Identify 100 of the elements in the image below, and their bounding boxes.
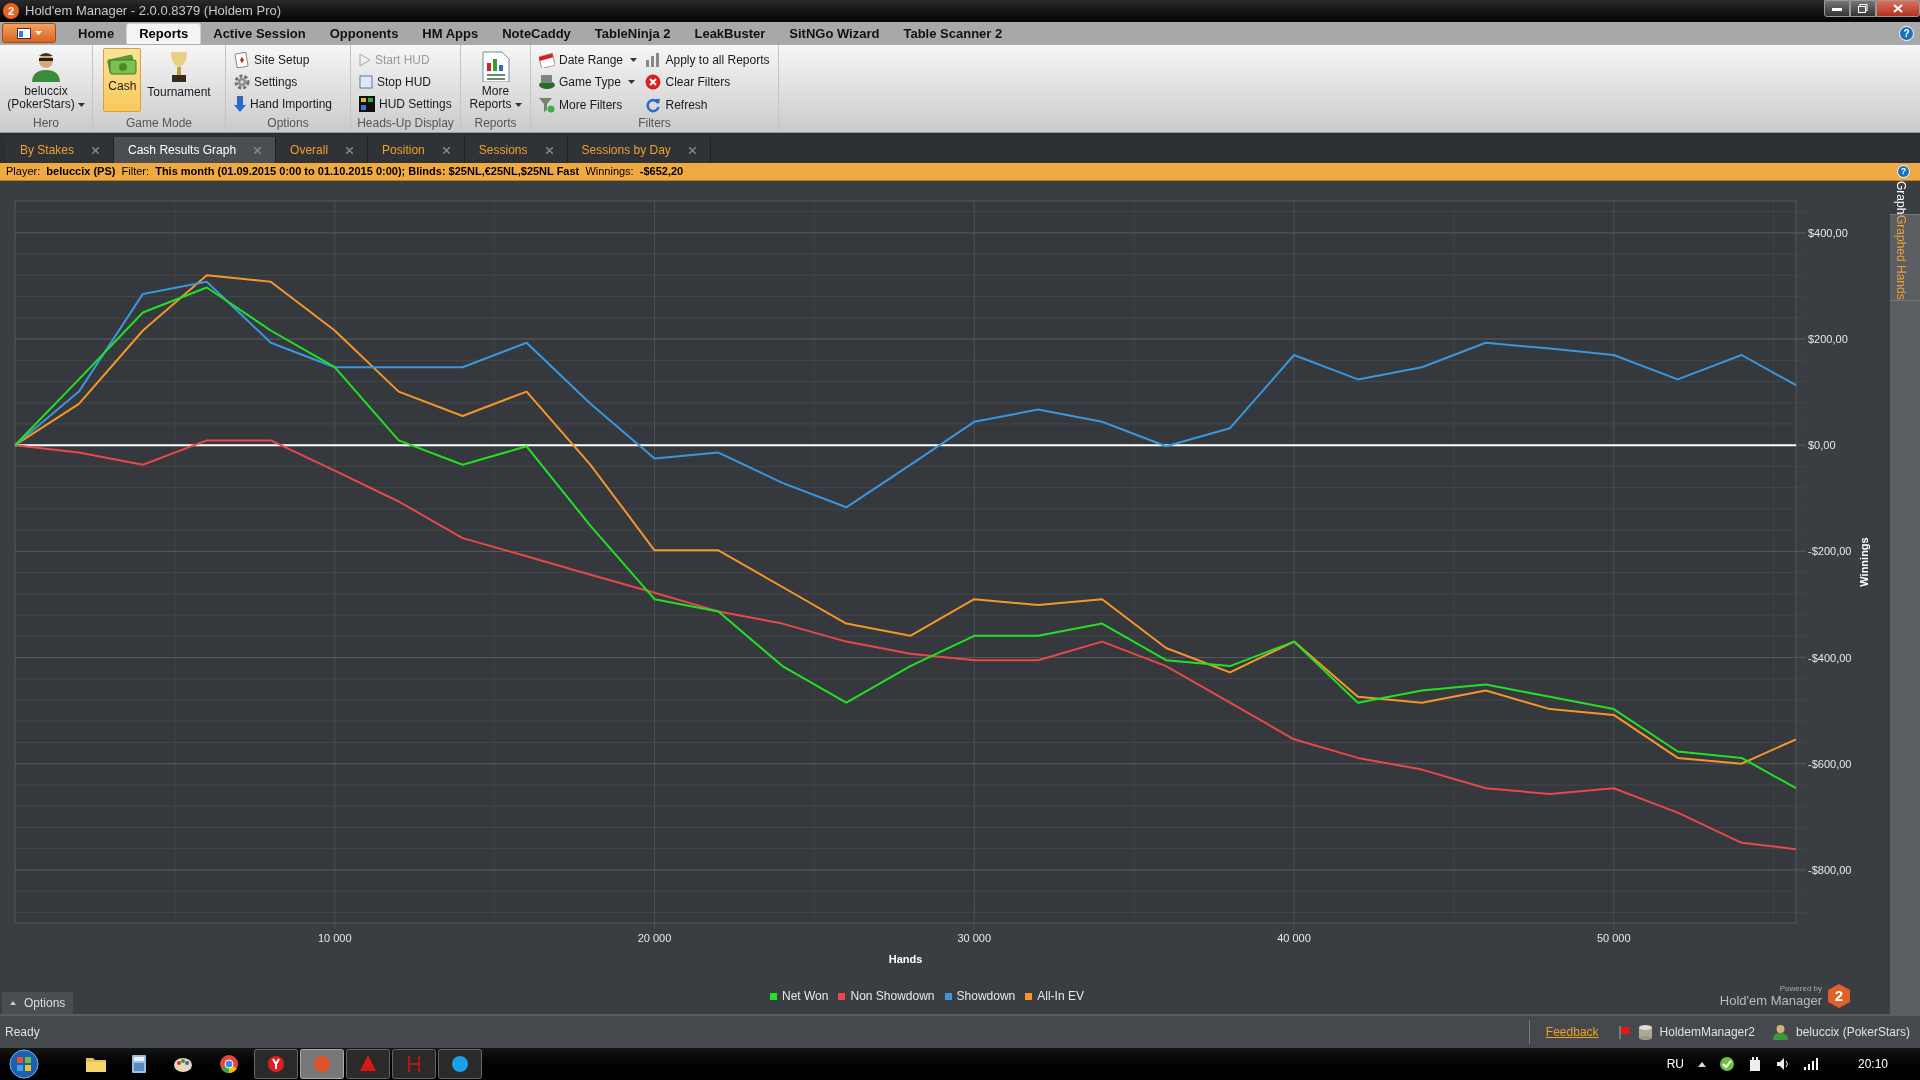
close-icon [1893, 4, 1903, 13]
arrow-down-icon [234, 96, 246, 112]
ribbon-button[interactable]: HUD Settings [359, 93, 452, 115]
ribbon-button[interactable]: Apply to all Reports [645, 49, 770, 71]
ribbon-button[interactable]: Tournament [143, 48, 215, 112]
monitor-icon [359, 96, 375, 112]
restore-icon [1858, 4, 1868, 13]
ribbon-button[interactable]: beluccix (PokerStars) [0, 48, 92, 112]
x-tick-label: 20 000 [637, 932, 672, 944]
help-icon[interactable]: ? [1899, 26, 1914, 41]
y-tick-label: -$400,00 [1808, 651, 1852, 664]
flag-icon [1618, 1025, 1631, 1039]
ribbon-button[interactable]: Clear Filters [645, 71, 770, 94]
card-icon [234, 52, 250, 68]
ribbon-button[interactable]: Stop HUD [359, 71, 452, 93]
ribbon-button[interactable]: Refresh [645, 93, 770, 116]
restore-button[interactable] [1850, 0, 1876, 17]
database-icon [1638, 1024, 1652, 1040]
chart-icon [645, 52, 662, 68]
caret-icon [34, 31, 42, 35]
y-tick-label: -$200,00 [1808, 545, 1852, 558]
palette-icon[interactable] [174, 1056, 192, 1072]
x-axis-title: Hands [888, 953, 923, 965]
minimize-button[interactable] [1824, 0, 1850, 17]
close-icon[interactable] [346, 146, 354, 154]
volume-icon[interactable] [1775, 1057, 1790, 1071]
window-title: Hold'em Manager - 2.0.0.8379 (Holdem Pro) [25, 2, 282, 21]
y-tick-label: $200,00 [1808, 333, 1848, 346]
tray-app-icon[interactable] [1719, 1057, 1734, 1071]
ribbon-button[interactable]: Settings [234, 71, 342, 93]
play-icon [359, 53, 371, 67]
caret-icon [514, 102, 522, 107]
start-button[interactable] [8, 1049, 40, 1079]
ribbon-tab[interactable]: LeakBuster [682, 23, 778, 44]
taskbar-app-button[interactable] [438, 1049, 482, 1079]
x-tick-label: 30 000 [957, 932, 992, 944]
powered-by-label: Powered by [1779, 984, 1822, 994]
status-text: Ready [5, 1024, 40, 1041]
power-icon[interactable] [1747, 1057, 1762, 1071]
window-icon [16, 27, 31, 39]
ribbon-button[interactable]: More Filters [539, 93, 638, 116]
ribbon-tab[interactable]: HM Apps [410, 23, 491, 44]
help-icon[interactable]: ? [1897, 165, 1910, 178]
ribbon-tab[interactable]: SitNGo Wizard [777, 23, 892, 44]
calculator-icon[interactable] [132, 1055, 146, 1073]
x-tick-label: 50 000 [1596, 932, 1631, 944]
ribbon-tab[interactable]: NoteCaddy [490, 23, 583, 44]
close-icon[interactable] [442, 146, 450, 154]
browser-icon[interactable] [220, 1055, 238, 1073]
player-name: beluccix (PokerStars) [1795, 1024, 1910, 1041]
caret-icon [77, 102, 85, 107]
calendar-icon [539, 52, 555, 68]
taskbar-app-button[interactable] [254, 1049, 298, 1079]
ribbon-button[interactable]: Cash [103, 48, 142, 112]
close-icon [645, 74, 662, 91]
ribbon-button[interactable]: Game Type [539, 71, 638, 94]
ribbon-tab[interactable]: Reports [126, 23, 202, 44]
feedback-link[interactable]: Feedback [1545, 1023, 1599, 1041]
language-indicator[interactable]: RU [1666, 1055, 1684, 1073]
database-name: HoldemManager2 [1659, 1024, 1755, 1041]
close-icon[interactable] [254, 146, 262, 154]
y-tick-label: $400,00 [1808, 226, 1848, 239]
close-icon[interactable] [545, 146, 553, 154]
close-icon[interactable] [688, 146, 696, 154]
ribbon-tab[interactable]: Home [66, 23, 127, 44]
document-tab[interactable]: Cash Results Graph [114, 137, 277, 163]
ribbon-button[interactable]: Date Range [539, 49, 638, 71]
legend-label: All-In EV [1037, 988, 1084, 1005]
app-menu-button[interactable] [2, 23, 56, 43]
ribbon-tab[interactable]: TableNinja 2 [582, 23, 683, 44]
folder-icon[interactable] [86, 1056, 106, 1072]
table-icon [539, 74, 555, 91]
y-tick-label: -$600,00 [1808, 757, 1852, 770]
group-label: Filters [637, 116, 672, 132]
minimize-icon [1832, 6, 1842, 11]
ribbon-tab[interactable]: Opponents [317, 23, 411, 44]
legend-label: Non Showdown [850, 988, 935, 1005]
y-tick-label: $0,00 [1808, 439, 1836, 452]
ribbon-tab[interactable]: Table Scanner 2 [891, 23, 1015, 44]
side-tab[interactable]: Graph [1890, 181, 1920, 216]
ribbon-button[interactable]: Site Setup [234, 49, 342, 71]
ribbon-tab[interactable]: Active Session [201, 23, 318, 44]
product-name: Hold'em Manager [1719, 994, 1822, 1008]
options-button[interactable]: Options [2, 992, 74, 1014]
close-icon[interactable] [92, 146, 100, 154]
report-icon [481, 51, 510, 82]
legend-label: Net Won [782, 988, 829, 1005]
close-button[interactable] [1876, 0, 1920, 17]
tray-expand-icon[interactable] [1697, 1061, 1706, 1067]
y-tick-label: -$800,00 [1808, 863, 1852, 876]
clock[interactable]: 20:10 [1857, 1055, 1888, 1073]
y-axis-title: Winnings [1858, 537, 1870, 587]
ribbon-button[interactable]: Hand Importing [234, 93, 342, 115]
legend-label: Showdown [956, 988, 1016, 1005]
signal-icon[interactable] [1803, 1058, 1818, 1070]
group-label: Options [266, 116, 310, 132]
ribbon-button[interactable]: More Reports [461, 48, 530, 112]
person-icon [31, 51, 61, 82]
group-label: Reports [473, 116, 518, 132]
filter-icon [539, 96, 555, 113]
